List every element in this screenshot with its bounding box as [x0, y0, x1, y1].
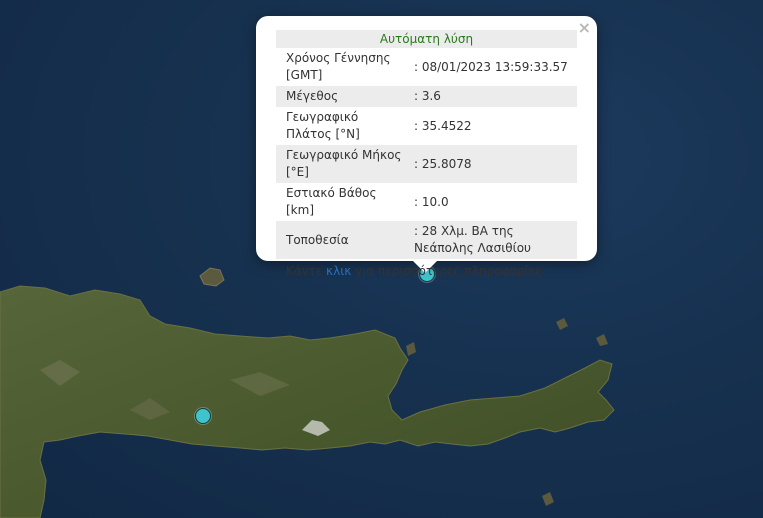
earthquake-marker[interactable]: [195, 408, 211, 424]
popup-close-button[interactable]: ×: [578, 19, 591, 37]
table-row: Εστιακό Βάθος [km] : 10.0: [276, 183, 577, 221]
earthquake-details-table: Αυτόματη λύση Χρόνος Γέννησης [GMT] : 08…: [276, 30, 577, 259]
row-value: : 08/01/2023 13:59:33.57: [414, 59, 568, 74]
table-row: Χρόνος Γέννησης [GMT] : 08/01/2023 13:59…: [276, 48, 577, 86]
table-row: Μέγεθος : 3.6: [276, 86, 577, 107]
row-value: : 10.0: [414, 194, 449, 209]
row-value: : 25.8078: [410, 145, 577, 183]
table-row: Γεωγραφικό Πλάτος [°N] : 35.4522: [276, 107, 577, 145]
earthquake-popup: × Αυτόματη λύση Χρόνος Γέννησης [GMT] : …: [256, 16, 597, 278]
row-label: Εστιακό Βάθος [km]: [286, 186, 377, 217]
more-info-suffix: για περισσότερες πληροφορίες: [351, 264, 542, 278]
row-label: Μέγεθος: [276, 86, 410, 107]
row-label: Τοποθεσία: [276, 221, 410, 259]
more-info-prefix: Κάντε: [286, 264, 327, 278]
popup-title: Αυτόματη λύση: [276, 30, 577, 48]
row-value: : 28 Χλμ. ΒΑ της Νεάπολης Λασιθίου: [410, 221, 577, 259]
more-info-text: Κάντε κλικ για περισσότερες πληροφορίες: [276, 259, 577, 279]
row-label: Γεωγραφικό Πλάτος [°N]: [286, 110, 360, 141]
island-dia: [199, 267, 225, 287]
island-crete: [0, 285, 615, 518]
more-info-link[interactable]: κλικ: [326, 264, 351, 278]
table-row: Γεωγραφικό Μήκος [°E] : 25.8078: [276, 145, 577, 183]
row-label: Γεωγραφικό Μήκος [°E]: [276, 145, 410, 183]
row-value: : 3.6: [410, 86, 577, 107]
row-label: Χρόνος Γέννησης [GMT]: [286, 51, 391, 82]
row-value: : 35.4522: [414, 118, 472, 133]
table-row: Τοποθεσία : 28 Χλμ. ΒΑ της Νεάπολης Λασι…: [276, 221, 577, 259]
map-view[interactable]: × Αυτόματη λύση Χρόνος Γέννησης [GMT] : …: [0, 0, 763, 518]
